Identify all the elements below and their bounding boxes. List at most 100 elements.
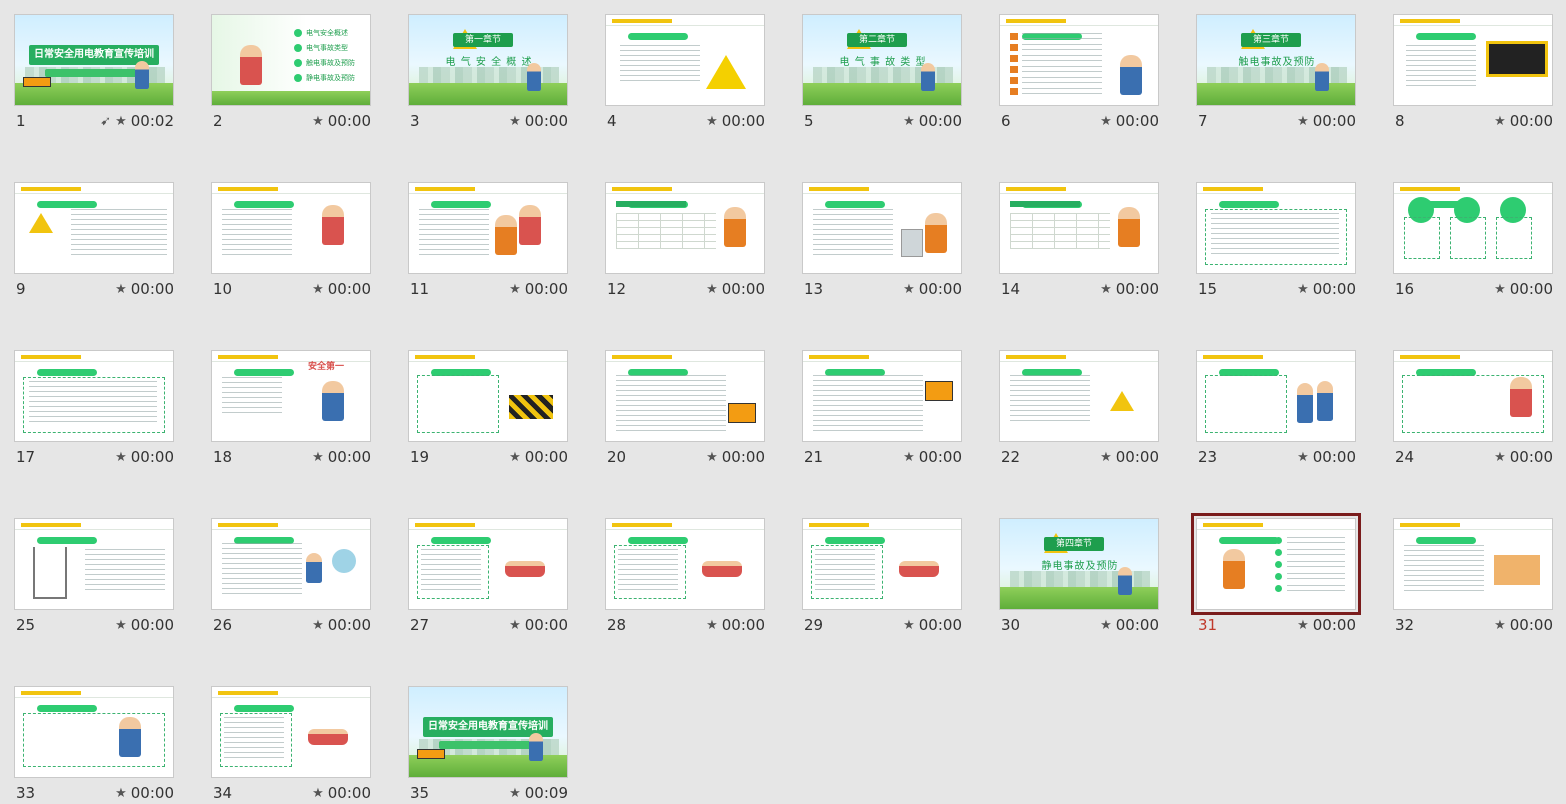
slide-preview[interactable] (14, 182, 174, 274)
slide-preview[interactable] (211, 518, 371, 610)
slide-preview[interactable]: 安全第一 (211, 350, 371, 442)
slide-preview[interactable] (14, 518, 174, 610)
slide-preview[interactable] (1393, 350, 1553, 442)
slide-thumbnail-18[interactable]: 安全第一 18 ★ 00:00 (211, 350, 371, 468)
slide-preview[interactable]: 日常安全用电教育宣传培训 (14, 14, 174, 106)
star-icon[interactable]: ★ (903, 114, 915, 129)
star-icon[interactable]: ★ (1297, 114, 1309, 129)
slide-thumbnail-24[interactable]: 24 ★ 00:00 (1393, 350, 1553, 468)
star-icon[interactable]: ★ (706, 114, 718, 129)
slide-thumbnail-21[interactable]: 21 ★ 00:00 (802, 350, 962, 468)
star-icon[interactable]: ★ (706, 450, 718, 465)
slide-preview[interactable] (605, 350, 765, 442)
slide-preview[interactable] (1196, 182, 1356, 274)
star-icon[interactable]: ★ (509, 618, 521, 633)
slide-preview[interactable] (1196, 350, 1356, 442)
star-icon[interactable]: ★ (115, 450, 127, 465)
slide-thumbnail-14[interactable]: 14 ★ 00:00 (999, 182, 1159, 300)
star-icon[interactable]: ★ (903, 618, 915, 633)
star-icon[interactable]: ★ (115, 786, 127, 801)
slide-preview[interactable] (999, 350, 1159, 442)
star-icon[interactable]: ★ (115, 618, 127, 633)
slide-preview[interactable]: 第四章节 静电事故及预防 (999, 518, 1159, 610)
slide-thumbnail-10[interactable]: 10 ★ 00:00 (211, 182, 371, 300)
star-icon[interactable]: ★ (509, 786, 521, 801)
slide-thumbnail-17[interactable]: 17 ★ 00:00 (14, 350, 174, 468)
star-icon[interactable]: ★ (115, 114, 127, 129)
slide-thumbnail-26[interactable]: 26 ★ 00:00 (211, 518, 371, 636)
star-icon[interactable]: ★ (903, 450, 915, 465)
star-icon[interactable]: ★ (1100, 282, 1112, 297)
slide-thumbnail-31[interactable]: 31 ★ 00:00 (1191, 513, 1361, 636)
slide-preview[interactable] (408, 182, 568, 274)
slide-thumbnail-2[interactable]: 电气安全概述 电气事故类型 触电事故及预防 静电事故及预防 2 ★ 00:00 (211, 14, 371, 132)
star-icon[interactable]: ★ (115, 282, 127, 297)
star-icon[interactable]: ★ (1100, 618, 1112, 633)
slide-preview[interactable]: 日常安全用电教育宣传培训 (408, 686, 568, 778)
star-icon[interactable]: ★ (1297, 450, 1309, 465)
slide-preview[interactable] (605, 182, 765, 274)
slide-thumbnail-25[interactable]: 25 ★ 00:00 (14, 518, 174, 636)
slide-thumbnail-7[interactable]: 第三章节 触电事故及预防 7 ★ 00:00 (1196, 14, 1356, 132)
slide-thumbnail-13[interactable]: 13 ★ 00:00 (802, 182, 962, 300)
star-icon[interactable]: ★ (706, 282, 718, 297)
star-icon[interactable]: ★ (1494, 618, 1506, 633)
star-icon[interactable]: ★ (509, 114, 521, 129)
slide-thumbnail-3[interactable]: 第一章节电 气 安 全 概 述 3 ★ 00:00 (408, 14, 568, 132)
slide-thumbnail-20[interactable]: 20 ★ 00:00 (605, 350, 765, 468)
slide-preview[interactable]: 第二章节电 气 事 故 类 型 (802, 14, 962, 106)
slide-preview[interactable] (408, 518, 568, 610)
star-icon[interactable]: ★ (312, 450, 324, 465)
slide-thumbnail-34[interactable]: 34 ★ 00:00 (211, 686, 371, 804)
slide-preview[interactable] (605, 518, 765, 610)
slide-thumbnail-30[interactable]: 第四章节 静电事故及预防 30 ★ 00:00 (999, 518, 1159, 636)
slide-thumbnail-29[interactable]: 29 ★ 00:00 (802, 518, 962, 636)
star-icon[interactable]: ★ (903, 282, 915, 297)
star-icon[interactable]: ★ (312, 282, 324, 297)
slide-preview[interactable] (211, 182, 371, 274)
slide-thumbnail-4[interactable]: 4 ★ 00:00 (605, 14, 765, 132)
slide-thumbnail-32[interactable]: 32 ★ 00:00 (1393, 518, 1553, 636)
slide-thumbnail-11[interactable]: 11 ★ 00:00 (408, 182, 568, 300)
slide-thumbnail-1[interactable]: 日常安全用电教育宣传培训 1 ➹ ★ 00:02 (14, 14, 174, 132)
slide-thumbnail-8[interactable]: 8 ★ 00:00 (1393, 14, 1553, 132)
star-icon[interactable]: ★ (509, 282, 521, 297)
slide-preview[interactable] (802, 182, 962, 274)
slide-thumbnail-6[interactable]: 6 ★ 00:00 (999, 14, 1159, 132)
star-icon[interactable]: ★ (1494, 114, 1506, 129)
slide-preview[interactable]: 第一章节电 气 安 全 概 述 (408, 14, 568, 106)
slide-thumbnail-15[interactable]: 15 ★ 00:00 (1196, 182, 1356, 300)
star-icon[interactable]: ★ (312, 618, 324, 633)
slide-thumbnail-16[interactable]: 16 ★ 00:00 (1393, 182, 1553, 300)
star-icon[interactable]: ★ (1100, 450, 1112, 465)
slide-preview[interactable] (211, 686, 371, 778)
slide-preview[interactable] (14, 350, 174, 442)
slide-thumbnail-28[interactable]: 28 ★ 00:00 (605, 518, 765, 636)
slide-thumbnail-35[interactable]: 日常安全用电教育宣传培训 35 ★ 00:09 (408, 686, 568, 804)
slide-preview[interactable] (1393, 14, 1553, 106)
slide-thumbnail-23[interactable]: 23 ★ 00:00 (1196, 350, 1356, 468)
slide-preview[interactable]: 第三章节 触电事故及预防 (1196, 14, 1356, 106)
slide-thumbnail-5[interactable]: 第二章节电 气 事 故 类 型 5 ★ 00:00 (802, 14, 962, 132)
star-icon[interactable]: ★ (706, 618, 718, 633)
star-icon[interactable]: ★ (1100, 114, 1112, 129)
slide-preview[interactable] (999, 14, 1159, 106)
flying-bird-icon[interactable]: ➹ (100, 114, 111, 129)
slide-preview[interactable] (14, 686, 174, 778)
slide-preview[interactable] (802, 518, 962, 610)
star-icon[interactable]: ★ (509, 450, 521, 465)
slide-preview[interactable] (1191, 513, 1361, 615)
slide-thumbnail-27[interactable]: 27 ★ 00:00 (408, 518, 568, 636)
star-icon[interactable]: ★ (1297, 618, 1309, 633)
slide-preview[interactable]: 电气安全概述 电气事故类型 触电事故及预防 静电事故及预防 (211, 14, 371, 106)
slide-preview[interactable] (1393, 182, 1553, 274)
slide-preview[interactable] (1393, 518, 1553, 610)
slide-thumbnail-19[interactable]: 19 ★ 00:00 (408, 350, 568, 468)
star-icon[interactable]: ★ (1494, 450, 1506, 465)
slide-thumbnail-9[interactable]: 9 ★ 00:00 (14, 182, 174, 300)
slide-preview[interactable] (999, 182, 1159, 274)
slide-preview[interactable] (605, 14, 765, 106)
star-icon[interactable]: ★ (312, 114, 324, 129)
star-icon[interactable]: ★ (312, 786, 324, 801)
star-icon[interactable]: ★ (1297, 282, 1309, 297)
